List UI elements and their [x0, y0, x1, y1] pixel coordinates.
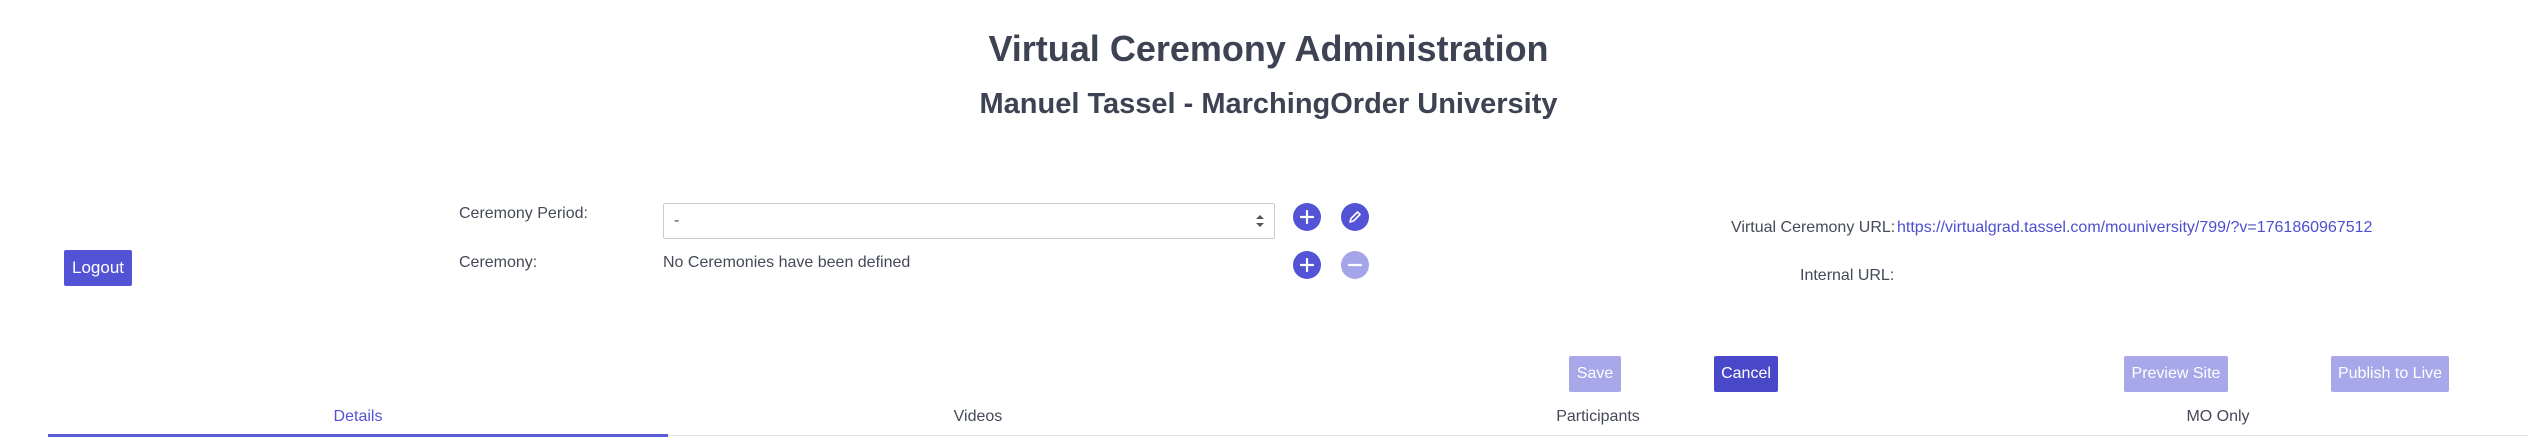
ceremony-period-value: -	[674, 212, 680, 229]
preview-site-button[interactable]: Preview Site	[2124, 356, 2228, 392]
remove-ceremony-button[interactable]	[1341, 251, 1369, 279]
add-ceremony-button[interactable]	[1293, 251, 1321, 279]
tab-mo-only[interactable]: MO Only	[1908, 402, 2528, 438]
tab-videos[interactable]: Videos	[668, 402, 1288, 438]
page-subtitle: Manuel Tassel - MarchingOrder University	[979, 88, 1558, 120]
logout-button[interactable]: Logout	[64, 250, 132, 286]
no-ceremonies-text: No Ceremonies have been defined	[663, 254, 911, 271]
page-title: Virtual Ceremony Administration	[988, 28, 1549, 69]
virtual-ceremony-url-link[interactable]: https://virtualgrad.tassel.com/mounivers…	[1897, 219, 2372, 237]
plus-icon	[1300, 210, 1314, 224]
add-period-button[interactable]	[1293, 203, 1321, 231]
publish-to-live-button[interactable]: Publish to Live	[2331, 356, 2449, 392]
updown-chevron-icon	[1256, 215, 1264, 227]
ceremony-label: Ceremony:	[459, 254, 538, 271]
cancel-button[interactable]: Cancel	[1714, 356, 1778, 392]
ceremony-period-select[interactable]: -	[663, 203, 1275, 239]
save-button[interactable]: Save	[1569, 356, 1621, 392]
active-tab-indicator	[48, 434, 668, 437]
minus-icon	[1348, 263, 1362, 267]
plus-icon	[1300, 258, 1314, 272]
pencil-icon	[1349, 211, 1361, 223]
tab-bar: Details Videos Participants MO Only	[48, 402, 2528, 438]
virtual-ceremony-url-label: Virtual Ceremony URL:	[1731, 219, 1896, 236]
ceremony-period-label: Ceremony Period:	[459, 205, 588, 222]
tab-participants[interactable]: Participants	[1288, 402, 1908, 438]
internal-url-label: Internal URL:	[1800, 267, 1895, 284]
tab-details[interactable]: Details	[48, 402, 668, 438]
edit-period-button[interactable]	[1341, 203, 1369, 231]
